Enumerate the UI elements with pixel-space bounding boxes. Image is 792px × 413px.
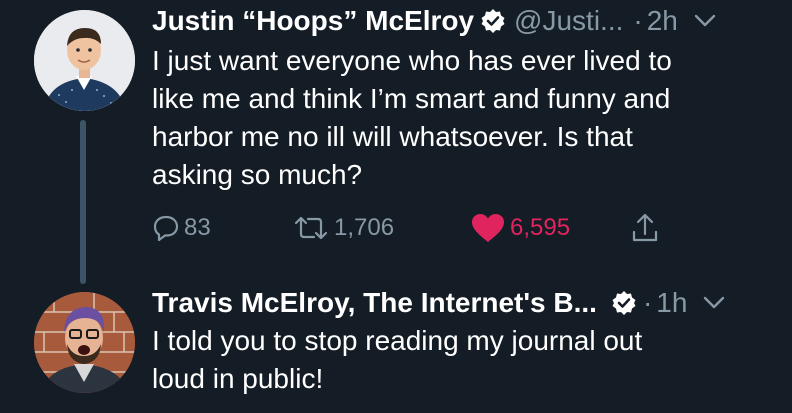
- tweet-header: Travis McElroy, The Internet's B... · 1h: [152, 286, 725, 320]
- retweet-icon: [294, 216, 328, 240]
- share-icon: [632, 213, 658, 242]
- share-button[interactable]: [630, 208, 664, 248]
- retweet-button[interactable]: 1,706: [292, 208, 394, 248]
- timestamp[interactable]: 1h: [656, 286, 687, 320]
- reply-icon: [153, 215, 179, 242]
- display-name[interactable]: Travis McElroy, The Internet's B...: [152, 286, 597, 320]
- timestamp[interactable]: 2h: [647, 4, 678, 38]
- reply-button[interactable]: 83: [152, 208, 211, 248]
- verified-badge-icon: [480, 8, 506, 34]
- thread-connector: [80, 120, 86, 284]
- user-handle[interactable]: @Justi...: [514, 4, 623, 38]
- like-button[interactable]: 6,595: [470, 208, 570, 248]
- tweet-header: Justin “Hoops” McElroy @Justi... · 2h: [152, 4, 716, 38]
- chevron-down-icon[interactable]: [694, 14, 716, 28]
- separator-dot: ·: [642, 287, 653, 318]
- retweet-count: 1,706: [334, 214, 395, 241]
- tweet-text: I just want everyone who has ever lived …: [152, 45, 672, 190]
- avatar[interactable]: [34, 10, 135, 111]
- tweet-text: I told you to stop reading my journal ou…: [152, 325, 643, 394]
- verified-badge-icon: [611, 290, 637, 316]
- heart-icon: [472, 214, 504, 242]
- avatar[interactable]: [34, 292, 135, 393]
- chevron-down-icon[interactable]: [703, 296, 725, 310]
- like-count: 6,595: [510, 214, 571, 241]
- reply-count: 83: [184, 214, 211, 241]
- display-name[interactable]: Justin “Hoops” McElroy: [152, 4, 474, 38]
- separator-dot: ·: [633, 5, 643, 36]
